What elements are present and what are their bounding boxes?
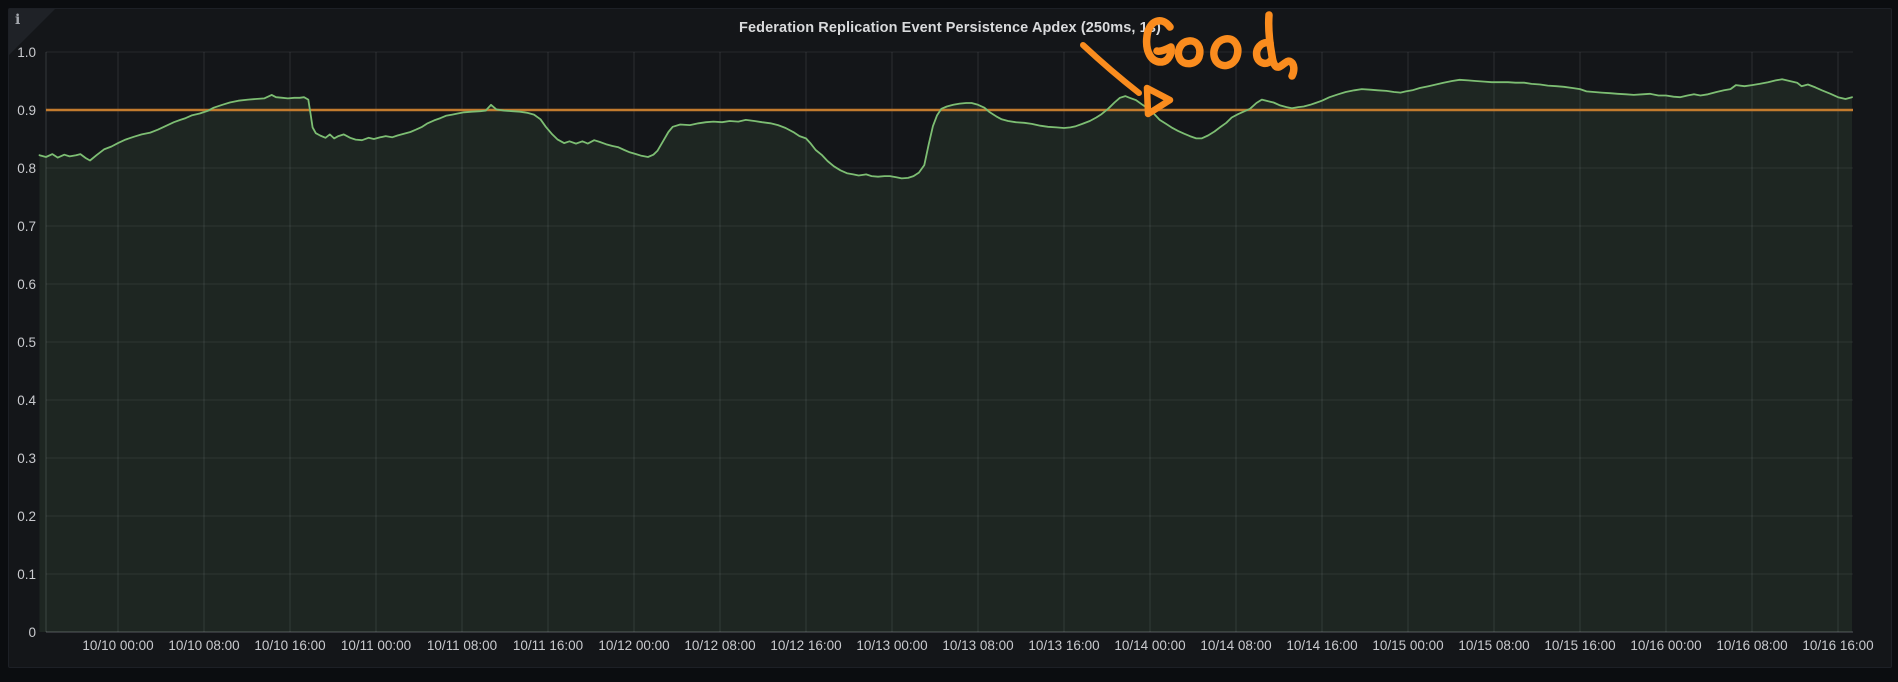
x-tick-label: 10/15 16:00 (1544, 638, 1615, 653)
series-area-fill (40, 79, 1853, 632)
y-tick-label: 0.1 (17, 567, 36, 582)
y-tick-label: 0.9 (17, 103, 36, 118)
x-tick-label: 10/10 08:00 (168, 638, 239, 653)
y-tick-label: 1.0 (17, 45, 36, 60)
x-tick-label: 10/15 00:00 (1372, 638, 1443, 653)
x-tick-label: 10/12 00:00 (598, 638, 669, 653)
x-tick-label: 10/14 16:00 (1286, 638, 1357, 653)
x-tick-label: 10/14 08:00 (1200, 638, 1271, 653)
x-tick-label: 10/12 16:00 (770, 638, 841, 653)
x-tick-label: 10/16 00:00 (1630, 638, 1701, 653)
x-tick-label: 10/10 00:00 (82, 638, 153, 653)
grafana-dashboard: i Federation Replication Event Persisten… (0, 0, 1898, 682)
annotation-letter-G (1147, 21, 1172, 62)
x-tick-label: 10/10 16:00 (254, 638, 325, 653)
x-tick-label: 10/16 16:00 (1802, 638, 1873, 653)
x-tick-label: 10/15 08:00 (1458, 638, 1529, 653)
y-tick-label: 0.2 (17, 509, 36, 524)
y-tick-label: 0.8 (17, 161, 36, 176)
y-tick-label: 0.4 (17, 393, 36, 408)
x-tick-label: 10/11 00:00 (341, 638, 411, 653)
y-tick-label: 0.7 (17, 219, 36, 234)
apdex-chart: 1.0 0.9 0.8 0.7 0.6 0.5 0.4 0.3 0.2 0.1 0 10/10 00:… (0, 0, 1898, 682)
y-tick-label: 0.6 (17, 277, 36, 292)
y-tick-label: 0 (28, 625, 36, 640)
x-tick-label: 10/14 00:00 (1114, 638, 1185, 653)
apdex-area-fill (40, 79, 1853, 632)
x-tick-label: 10/12 08:00 (684, 638, 755, 653)
x-tick-label: 10/16 08:00 (1716, 638, 1787, 653)
x-tick-label: 10/11 08:00 (427, 638, 497, 653)
annotation-letter-d-stem (1269, 15, 1294, 76)
y-tick-label: 0.3 (17, 451, 36, 466)
y-tick-label: 0.5 (17, 335, 36, 350)
x-tick-label: 10/13 00:00 (856, 638, 927, 653)
x-tick-label: 10/13 16:00 (1028, 638, 1099, 653)
x-tick-label: 10/11 16:00 (513, 638, 583, 653)
x-tick-label: 10/13 08:00 (942, 638, 1013, 653)
